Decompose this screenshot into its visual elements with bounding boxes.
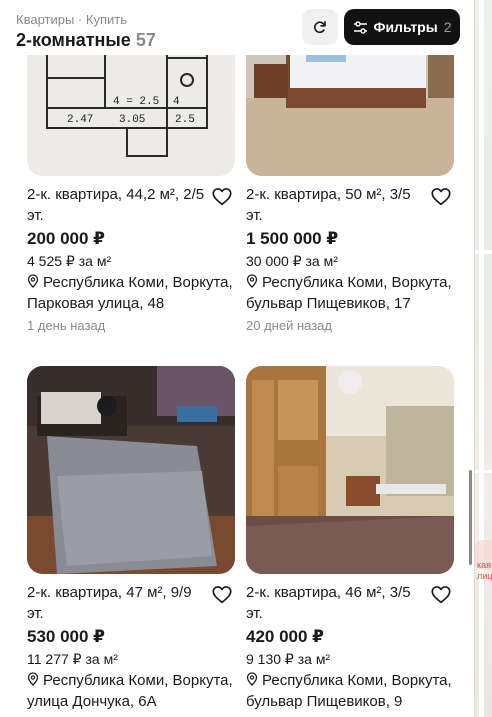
geo-pin-icon — [27, 672, 39, 686]
listing-address-text: Республика Коми, Воркута, улица Дончука,… — [27, 672, 233, 710]
price-per-m2: 30 000 ₽ за м² — [246, 253, 338, 269]
map-road — [475, 470, 492, 473]
map-road — [475, 250, 492, 254]
listing-title[interactable]: 2-к. квартира, 50 м², 3/5 эт. — [246, 184, 426, 226]
listing-address-text: Республика Коми, Воркута, бульвар Пищеви… — [246, 672, 452, 710]
plan-label: 4 — [173, 96, 180, 108]
map-edge[interactable]: кая лиц — [474, 0, 492, 717]
breadcrumb: Квартиры · Купить — [16, 12, 127, 27]
map-label: кая лиц — [477, 560, 492, 581]
results-count: 57 — [135, 30, 156, 50]
heart-icon[interactable] — [430, 584, 452, 606]
listing-title[interactable]: 2-к. квартира, 46 м², 3/5 эт. — [246, 582, 426, 624]
page-title-text: 2-комнатные — [16, 30, 131, 50]
scrollbar[interactable] — [466, 0, 474, 717]
heart-icon[interactable] — [430, 186, 452, 208]
listing-date: 20 дней назад — [246, 318, 332, 333]
filters-count: 2 — [443, 19, 452, 35]
breadcrumb-apartments[interactable]: Квартиры — [16, 12, 74, 27]
listing-title[interactable]: 2-к. квартира, 44,2 м², 2/5 эт. — [27, 184, 207, 226]
price-per-m2: 4 525 ₽ за м² — [27, 253, 112, 269]
listing-address: Республика Коми, Воркута, бульвар Пищеви… — [246, 670, 456, 712]
price-per-m2: 11 277 ₽ за м² — [27, 651, 118, 667]
breadcrumb-separator: · — [77, 12, 83, 27]
map-road — [479, 0, 484, 717]
room-photo — [246, 366, 454, 574]
filters-label: Фильтры — [373, 19, 438, 35]
listing-price: 420 000 ₽ — [246, 627, 325, 646]
listing-address-text: Республика Коми, Воркута, бульвар Пищеви… — [246, 274, 452, 312]
reset-icon — [314, 21, 326, 34]
page-title: 2-комнатные 57 — [16, 30, 156, 51]
sliders-icon — [353, 20, 367, 34]
bedroom-photo — [27, 366, 235, 574]
scrollbar-thumb[interactable] — [469, 470, 472, 565]
plan-label: 3.05 — [119, 114, 145, 126]
listing-photo[interactable] — [27, 366, 235, 574]
breadcrumb-buy[interactable]: Купить — [86, 12, 127, 27]
listing-price: 1 500 000 ₽ — [246, 229, 339, 248]
listing-address: Республика Коми, Воркута, бульвар Пищеви… — [246, 272, 456, 314]
listing-title[interactable]: 2-к. квартира, 47 м², 9/9 эт. — [27, 582, 207, 624]
plan-label: 2.5 — [175, 114, 195, 126]
plan-label: 2.47 — [67, 114, 93, 126]
heart-icon[interactable] — [211, 186, 233, 208]
filters-button[interactable]: Фильтры 2 — [344, 9, 460, 45]
geo-pin-icon — [246, 274, 258, 288]
header: Квартиры · Купить 2-комнатные 57 Фильтры… — [0, 0, 474, 55]
listing-address: Республика Коми, Воркута, Парковая улица… — [27, 272, 237, 314]
listing-address: Республика Коми, Воркута, улица Дончука,… — [27, 670, 237, 712]
listing-photo[interactable] — [246, 366, 454, 574]
listing-date: 1 день назад — [27, 318, 106, 333]
listing-address-text: Республика Коми, Воркута, Парковая улица… — [27, 274, 233, 312]
listing-card[interactable]: 2-к. квартира, 47 м², 9/9 эт. 530 000 ₽ … — [27, 366, 237, 712]
geo-pin-icon — [246, 672, 258, 686]
geo-pin-icon — [27, 274, 39, 288]
heart-icon[interactable] — [211, 584, 233, 606]
reset-button[interactable] — [302, 9, 338, 45]
price-per-m2: 9 130 ₽ за м² — [246, 651, 331, 667]
listing-card[interactable]: 2-к. квартира, 46 м², 3/5 эт. 420 000 ₽ … — [246, 366, 456, 712]
listing-price: 530 000 ₽ — [27, 627, 106, 646]
listing-price: 200 000 ₽ — [27, 229, 106, 248]
plan-label: 4 = 2.5 — [113, 96, 159, 108]
